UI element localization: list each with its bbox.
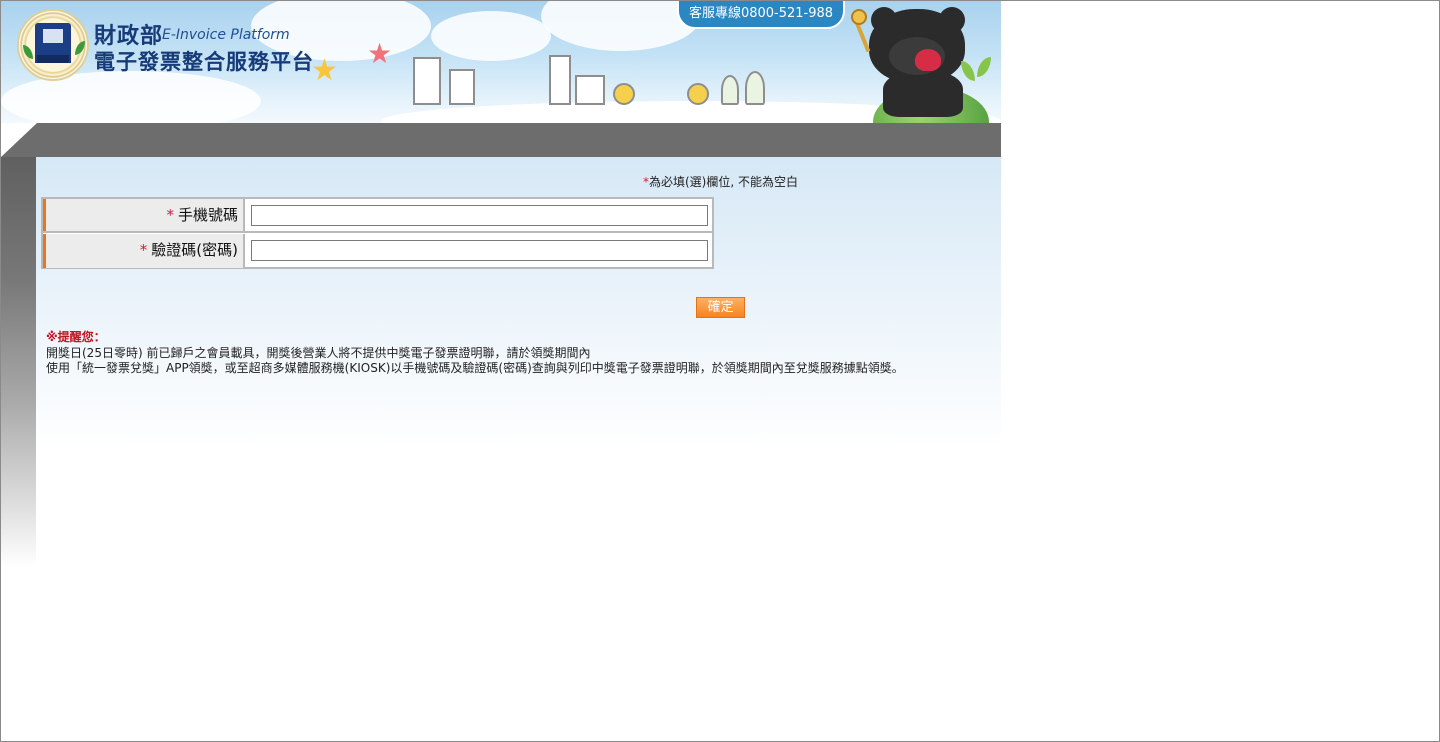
browser-frame: 財政部 E-Invoice Platform 電子發票整合服務平台 ★ ★ 客服…	[0, 0, 1440, 742]
reminder-title: ※提醒您：	[46, 330, 106, 344]
login-form-table: * 手機號碼 * 驗證碼(密碼)	[41, 197, 714, 269]
sprout-icon	[977, 57, 991, 77]
reminder-line: 使用「統一發票兌獎」APP領獎，或至超商多媒體服務機(KIOSK)以手機號碼及驗…	[46, 361, 904, 375]
platform-english-name: E-Invoice Platform	[162, 27, 290, 43]
platform-title: 電子發票整合服務平台	[94, 50, 314, 74]
building-decoration	[575, 75, 605, 105]
building-decoration	[413, 57, 441, 105]
tree-decoration	[721, 75, 739, 105]
cloud-decoration	[431, 11, 551, 61]
form-row-verification: * 驗證碼(密碼)	[43, 234, 712, 268]
verification-label-cell: * 驗證碼(密碼)	[43, 234, 245, 268]
required-note-text: 為必填(選)欄位, 不能為空白	[649, 175, 798, 189]
phone-input-cell	[246, 199, 712, 231]
tree-decoration	[745, 71, 765, 105]
header-banner: 財政部 E-Invoice Platform 電子發票整合服務平台 ★ ★ 客服…	[1, 1, 1001, 123]
gray-band	[1, 123, 1001, 157]
building-decoration	[549, 55, 571, 105]
verification-input-cell	[246, 234, 712, 268]
bird-decoration	[613, 83, 635, 105]
building-decoration	[449, 69, 475, 105]
star-icon: ★	[311, 53, 338, 88]
phone-number-input[interactable]	[251, 205, 708, 226]
form-row-phone: * 手機號碼	[43, 199, 712, 233]
required-fields-note: *為必填(選)欄位, 不能為空白	[643, 173, 798, 190]
confirm-button[interactable]: 確定	[696, 297, 745, 318]
required-mark: *	[166, 206, 174, 224]
left-side-column	[1, 157, 36, 567]
sprout-icon	[961, 61, 975, 81]
phone-label: 手機號碼	[177, 206, 238, 224]
customer-service-hotline: 客服專線0800-521-988	[677, 1, 845, 29]
verification-code-input[interactable]	[251, 240, 708, 261]
building-icon	[35, 23, 71, 63]
phone-label-cell: * 手機號碼	[43, 199, 245, 231]
required-mark: *	[139, 241, 148, 259]
scepter-head-icon	[851, 9, 867, 25]
heart-icon	[915, 49, 941, 71]
verification-code-label: 驗證碼(密碼)	[151, 241, 238, 259]
star-icon: ★	[367, 37, 393, 70]
bird-decoration	[687, 83, 709, 105]
